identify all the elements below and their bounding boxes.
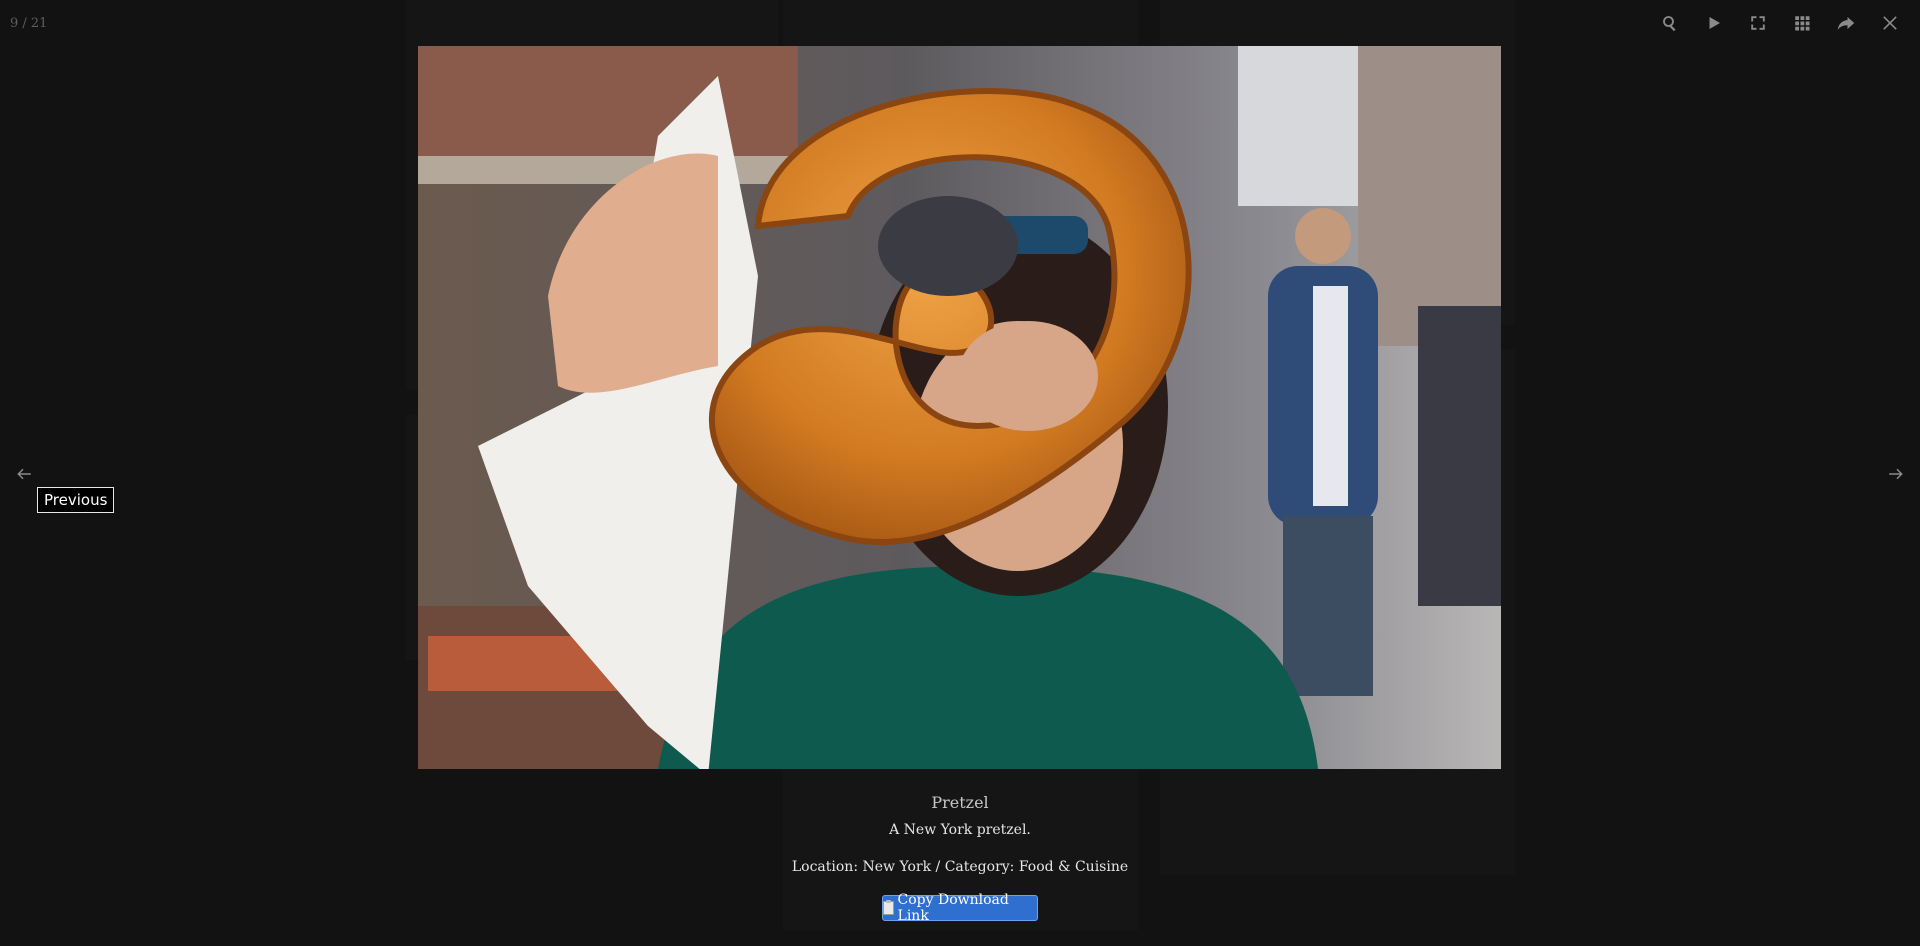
fullscreen-icon (1751, 16, 1765, 30)
close-icon (1883, 16, 1897, 30)
copy-download-link-label: Copy Download Link (897, 892, 1009, 924)
thumbnails-button[interactable] (1780, 8, 1824, 38)
copy-download-link-button[interactable]: Copy Download Link (882, 892, 1038, 924)
previous-button[interactable] (6, 460, 42, 488)
close-button[interactable] (1868, 8, 1912, 38)
zoom-button[interactable] (1648, 8, 1692, 38)
play-icon (1709, 17, 1720, 29)
share-icon (1837, 17, 1855, 30)
magnifier-icon (1663, 16, 1676, 32)
slideshow-button[interactable] (1692, 8, 1736, 38)
share-button[interactable] (1824, 8, 1868, 38)
lightbox-toolbar (1648, 8, 1912, 38)
image-title: Pretzel (931, 793, 989, 812)
pretzel-photo-illustration (418, 46, 1501, 769)
main-photo (418, 46, 1501, 769)
clipboard-icon (883, 900, 894, 915)
image-description: A New York pretzel. (889, 822, 1031, 838)
fullscreen-button[interactable] (1736, 8, 1780, 38)
grid-icon (1795, 16, 1810, 31)
next-button[interactable] (1878, 460, 1914, 488)
previous-tooltip: Previous (37, 487, 115, 513)
arrow-left-icon (17, 468, 31, 480)
image-meta: Location: New York / Category: Food & Cu… (791, 859, 1129, 875)
image-counter: 9 / 21 (10, 16, 48, 31)
arrow-right-icon (1889, 468, 1903, 480)
